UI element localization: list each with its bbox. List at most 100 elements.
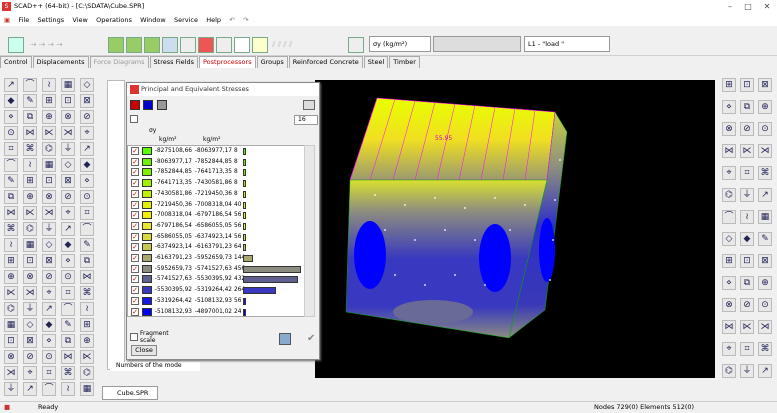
right-tool-icon[interactable]: ↗	[758, 364, 772, 378]
apply-icon[interactable]	[279, 333, 291, 345]
left-tool-icon[interactable]: ⊡	[61, 94, 75, 108]
row-checkbox[interactable]: ✓	[131, 168, 139, 177]
left-tool-icon[interactable]: ▦	[23, 238, 37, 252]
menu-file[interactable]: File	[15, 14, 32, 26]
color-swatch[interactable]	[142, 296, 152, 305]
right-tool-icon[interactable]: ⌗	[740, 342, 754, 356]
left-tool-icon[interactable]: ⏚	[23, 302, 37, 316]
left-tool-icon[interactable]: ▦	[4, 318, 18, 332]
right-tool-icon[interactable]: ⏚	[740, 188, 754, 202]
stress-range-row[interactable]: ✓ -6374923,14 -6163791,23 64	[128, 242, 303, 253]
left-tool-icon[interactable]: ≀	[23, 158, 37, 172]
left-tool-icon[interactable]: ⌗	[4, 142, 18, 156]
left-tool-icon[interactable]: ⋄	[42, 334, 56, 348]
right-tool-icon[interactable]: ⊠	[758, 254, 772, 268]
left-tool-icon[interactable]: ◆	[42, 318, 56, 332]
left-tool-icon[interactable]: ⌒	[61, 302, 75, 316]
palette-red-icon[interactable]	[130, 100, 140, 110]
right-tool-icon[interactable]: ⋄	[722, 100, 736, 114]
stress-range-row[interactable]: ✓ -5952659,73 -5741527,63 456	[128, 264, 303, 275]
left-tool-icon[interactable]: ⋉	[42, 126, 56, 140]
left-tool-icon[interactable]: ⊗	[42, 190, 56, 204]
scale-icon[interactable]	[303, 100, 315, 110]
stress-range-row[interactable]: ✓ -7219450,36 -7008318,04 40	[128, 200, 303, 211]
left-tool-icon[interactable]: ⊕	[4, 270, 18, 284]
left-tool-icon[interactable]: ▦	[80, 382, 94, 396]
color-swatch[interactable]	[142, 275, 152, 284]
left-tool-icon[interactable]: ↗	[23, 382, 37, 396]
color-swatch[interactable]	[142, 157, 152, 166]
right-tool-icon[interactable]: ⏚	[740, 364, 754, 378]
left-tool-icon[interactable]: ⊘	[80, 110, 94, 124]
left-tool-icon[interactable]: ⊠	[23, 334, 37, 348]
left-tool-icon[interactable]: ⊞	[42, 94, 56, 108]
left-tool-icon[interactable]: ⌬	[23, 222, 37, 236]
tab-groups[interactable]: Groups	[256, 56, 288, 68]
right-tool-icon[interactable]: ⋉	[740, 320, 754, 334]
row-checkbox[interactable]: ✓	[131, 307, 139, 316]
left-tool-icon[interactable]: ⌖	[23, 366, 37, 380]
left-tool-icon[interactable]: ◇	[23, 318, 37, 332]
color-swatch[interactable]	[142, 243, 152, 252]
load-select[interactable]: L1 - "load "	[524, 36, 610, 52]
right-tool-icon[interactable]: ⌘	[758, 166, 772, 180]
tab-reinforced-concrete[interactable]: Reinforced Concrete	[288, 56, 363, 68]
left-tool-icon[interactable]: ≀	[80, 302, 94, 316]
left-tool-icon[interactable]: ⋈	[4, 206, 18, 220]
right-tool-icon[interactable]: ⌗	[740, 166, 754, 180]
left-tool-icon[interactable]: ⊡	[4, 334, 18, 348]
row-checkbox[interactable]: ✓	[131, 179, 139, 188]
right-tool-icon[interactable]: ⊘	[740, 298, 754, 312]
right-tool-icon[interactable]: ⌬	[722, 364, 736, 378]
left-tool-icon[interactable]: ⌒	[4, 158, 18, 172]
palette-blue-icon[interactable]	[143, 100, 153, 110]
left-tool-icon[interactable]: ⌬	[80, 366, 94, 380]
right-tool-icon[interactable]: ↗	[758, 188, 772, 202]
left-tool-icon[interactable]: ⋈	[23, 126, 37, 140]
tool-h-icon[interactable]	[252, 37, 268, 53]
left-tool-icon[interactable]: ⧉	[61, 334, 75, 348]
row-checkbox[interactable]: ✓	[131, 232, 139, 241]
tab-force-diagrams[interactable]: Force Diagrams	[89, 56, 149, 68]
left-tool-icon[interactable]: ⌖	[42, 286, 56, 300]
right-tool-icon[interactable]: ⊕	[758, 100, 772, 114]
tab-postprocessors[interactable]: Postprocessors	[198, 56, 256, 68]
left-tool-icon[interactable]: ⌗	[42, 366, 56, 380]
color-swatch[interactable]	[142, 168, 152, 177]
left-tool-icon[interactable]: ⋄	[4, 110, 18, 124]
left-tool-icon[interactable]: ⋉	[4, 286, 18, 300]
left-tool-icon[interactable]: ⋈	[61, 350, 75, 364]
row-checkbox[interactable]: ✓	[131, 147, 139, 155]
tool-d-icon[interactable]	[162, 37, 178, 53]
stress-range-row[interactable]: ✓ -6163791,23 -5952659,73 144	[128, 253, 303, 264]
left-tool-icon[interactable]: ⊘	[23, 350, 37, 364]
left-tool-icon[interactable]: ⋉	[80, 350, 94, 364]
row-checkbox[interactable]: ✓	[131, 200, 139, 209]
left-tool-icon[interactable]: ⊕	[42, 110, 56, 124]
stress-range-row[interactable]: ✓ -7641713,35 -7430581,86 8	[128, 178, 303, 189]
left-tool-icon[interactable]: ⌒	[80, 222, 94, 236]
stress-range-row[interactable]: ✓ -7430581,86 -7219450,36 8	[128, 189, 303, 200]
right-tool-icon[interactable]: ⌒	[722, 210, 736, 224]
color-swatch[interactable]	[142, 232, 152, 241]
left-tool-icon[interactable]: ◆	[80, 158, 94, 172]
tab-displacements[interactable]: Displacements	[32, 56, 89, 68]
right-tool-icon[interactable]: ⌖	[722, 166, 736, 180]
right-tool-icon[interactable]: ⊡	[740, 254, 754, 268]
left-tool-icon[interactable]: ▦	[42, 158, 56, 172]
tab-control[interactable]: Control	[0, 56, 32, 68]
left-tool-icon[interactable]: ⊙	[61, 270, 75, 284]
left-tool-icon[interactable]: ⋊	[23, 286, 37, 300]
left-tool-icon[interactable]: ⧉	[23, 110, 37, 124]
left-tool-icon[interactable]: ↗	[4, 78, 18, 92]
grid-icon[interactable]	[234, 37, 250, 53]
tool-e-icon[interactable]	[180, 37, 196, 53]
stress-range-row[interactable]: ✓ -5530395,92 -5319264,42 264	[128, 285, 303, 296]
left-tool-icon[interactable]: ◇	[61, 158, 75, 172]
left-tool-icon[interactable]: ⊡	[42, 174, 56, 188]
tool-b-icon[interactable]	[126, 37, 142, 53]
left-tool-icon[interactable]: ◆	[4, 94, 18, 108]
row-checkbox[interactable]: ✓	[131, 254, 139, 262]
left-tool-icon[interactable]: ⌬	[42, 142, 56, 156]
tool-c-icon[interactable]	[144, 37, 160, 53]
